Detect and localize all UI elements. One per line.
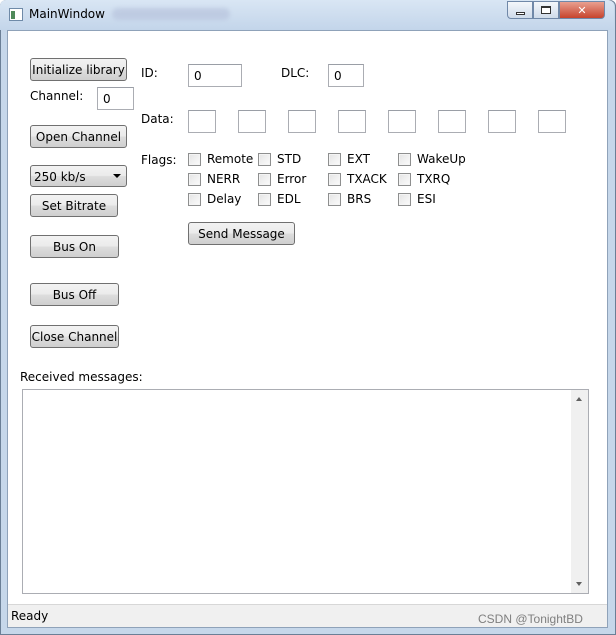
flag-label: ESI bbox=[417, 192, 436, 206]
set-bitrate-button[interactable]: Set Bitrate bbox=[30, 194, 118, 217]
checkbox-box bbox=[258, 172, 271, 186]
vertical-scrollbar[interactable] bbox=[571, 390, 588, 593]
checkbox-box bbox=[188, 172, 201, 186]
flag-label: TXACK bbox=[347, 172, 387, 186]
flag-label: NERR bbox=[207, 172, 241, 186]
checkbox-box bbox=[258, 152, 271, 166]
title-bar[interactable]: MainWindow ✕ bbox=[0, 0, 614, 30]
checkbox-box bbox=[258, 192, 271, 206]
bus-off-button[interactable]: Bus Off bbox=[30, 283, 119, 306]
flag-esi-checkbox[interactable]: ESI bbox=[398, 192, 436, 206]
close-window-button[interactable]: ✕ bbox=[559, 1, 605, 19]
id-label: ID: bbox=[141, 66, 158, 80]
minimize-button[interactable] bbox=[507, 1, 533, 19]
received-messages-textbox[interactable] bbox=[22, 389, 589, 594]
data-byte-5-input[interactable] bbox=[438, 110, 466, 133]
flag-remote-checkbox[interactable]: Remote bbox=[188, 152, 253, 166]
maximize-button[interactable] bbox=[533, 1, 559, 19]
status-text: Ready bbox=[11, 609, 49, 623]
scroll-down-icon[interactable] bbox=[576, 582, 582, 586]
chevron-down-icon bbox=[113, 174, 121, 178]
flag-label: WakeUp bbox=[417, 152, 466, 166]
bitrate-select[interactable]: 250 kb/s bbox=[30, 165, 127, 187]
data-byte-3-input[interactable] bbox=[338, 110, 366, 133]
received-messages-label: Received messages: bbox=[20, 370, 143, 384]
app-icon bbox=[9, 8, 23, 21]
window-title: MainWindow bbox=[29, 7, 105, 21]
close-channel-button[interactable]: Close Channel bbox=[30, 325, 119, 348]
data-byte-0-input[interactable] bbox=[188, 110, 216, 133]
blurred-title-text bbox=[112, 8, 230, 20]
bus-on-button[interactable]: Bus On bbox=[30, 235, 119, 258]
watermark: CSDN @TonightBD bbox=[478, 612, 583, 626]
flag-wakeup-checkbox[interactable]: WakeUp bbox=[398, 152, 466, 166]
checkbox-box bbox=[328, 192, 341, 206]
minimize-icon bbox=[515, 12, 525, 15]
flag-std-checkbox[interactable]: STD bbox=[258, 152, 301, 166]
flag-label: EDL bbox=[277, 192, 301, 206]
flag-label: BRS bbox=[347, 192, 372, 206]
checkbox-box bbox=[398, 152, 411, 166]
initialize-library-button[interactable]: Initialize library bbox=[30, 58, 127, 81]
flag-edl-checkbox[interactable]: EDL bbox=[258, 192, 301, 206]
flag-label: STD bbox=[277, 152, 302, 166]
flag-label: Error bbox=[277, 172, 307, 186]
channel-label: Channel: bbox=[30, 89, 84, 103]
flag-txrq-checkbox[interactable]: TXRQ bbox=[398, 172, 450, 186]
flag-label: Delay bbox=[207, 192, 242, 206]
flag-brs-checkbox[interactable]: BRS bbox=[328, 192, 371, 206]
dlc-label: DLC: bbox=[281, 66, 310, 80]
channel-input[interactable]: 0 bbox=[97, 87, 134, 110]
data-label: Data: bbox=[141, 112, 174, 126]
checkbox-box bbox=[188, 152, 201, 166]
dlc-input[interactable]: 0 bbox=[328, 64, 364, 87]
send-message-button[interactable]: Send Message bbox=[188, 222, 295, 245]
data-byte-6-input[interactable] bbox=[488, 110, 516, 133]
maximize-icon bbox=[541, 6, 551, 14]
checkbox-box bbox=[188, 192, 201, 206]
checkbox-box bbox=[398, 192, 411, 206]
id-input[interactable]: 0 bbox=[188, 64, 242, 87]
flag-nerr-checkbox[interactable]: NERR bbox=[188, 172, 240, 186]
scroll-up-icon[interactable] bbox=[576, 397, 582, 401]
checkbox-box bbox=[328, 172, 341, 186]
data-byte-1-input[interactable] bbox=[238, 110, 266, 133]
data-byte-7-input[interactable] bbox=[538, 110, 566, 133]
flag-label: TXRQ bbox=[417, 172, 451, 186]
flag-delay-checkbox[interactable]: Delay bbox=[188, 192, 241, 206]
data-byte-4-input[interactable] bbox=[388, 110, 416, 133]
data-byte-2-input[interactable] bbox=[288, 110, 316, 133]
flag-label: EXT bbox=[347, 152, 370, 166]
checkbox-box bbox=[398, 172, 411, 186]
flags-label: Flags: bbox=[141, 153, 177, 167]
flag-txack-checkbox[interactable]: TXACK bbox=[328, 172, 387, 186]
close-icon: ✕ bbox=[577, 3, 587, 17]
bitrate-selected-value: 250 kb/s bbox=[34, 170, 86, 184]
flag-error-checkbox[interactable]: Error bbox=[258, 172, 306, 186]
flag-label: Remote bbox=[207, 152, 254, 166]
checkbox-box bbox=[328, 152, 341, 166]
open-channel-button[interactable]: Open Channel bbox=[30, 125, 127, 148]
flag-ext-checkbox[interactable]: EXT bbox=[328, 152, 370, 166]
